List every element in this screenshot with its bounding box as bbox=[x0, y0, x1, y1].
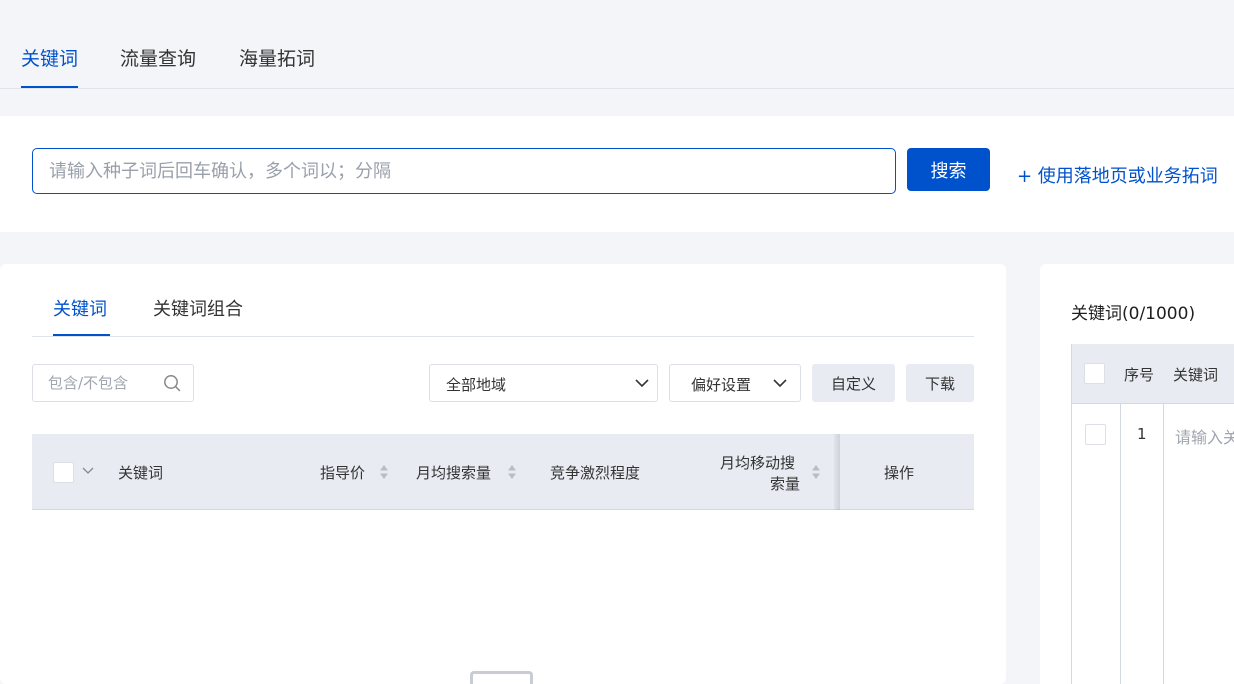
row-index: 1 bbox=[1137, 425, 1147, 443]
fixed-column-shadow bbox=[834, 434, 840, 510]
select-all-checkbox[interactable] bbox=[53, 462, 74, 483]
keyword-results-panel: 关键词 关键词组合 全部地域 偏好设置 自定义 下载 关键词 指导价 月均搜索量 bbox=[0, 264, 1006, 684]
chevron-down-icon[interactable] bbox=[82, 467, 94, 475]
preference-settings-select[interactable]: 偏好设置 bbox=[669, 364, 801, 402]
column-header-guide-price: 指导价 bbox=[320, 464, 366, 482]
column-header-operation: 操作 bbox=[884, 464, 915, 482]
selected-keywords-header: 序号 关键词 bbox=[1072, 344, 1234, 404]
selected-keywords-table: 序号 关键词 1 请输入关 bbox=[1071, 344, 1234, 684]
download-button[interactable]: 下载 bbox=[906, 364, 974, 402]
search-button[interactable]: 搜索 bbox=[907, 148, 990, 191]
customize-button[interactable]: 自定义 bbox=[812, 364, 895, 402]
selected-keywords-title: 关键词(0/1000) bbox=[1071, 304, 1196, 324]
column-header-keyword: 关键词 bbox=[1173, 366, 1219, 384]
landing-page-expand-link[interactable]: + 使用落地页或业务拓词 bbox=[1017, 162, 1218, 188]
tab-massive-expansion[interactable]: 海量拓词 bbox=[239, 44, 315, 71]
column-header-competition: 竞争激烈程度 bbox=[550, 464, 641, 482]
active-sub-tab-indicator bbox=[53, 334, 110, 336]
keyword-table-header: 关键词 指导价 月均搜索量 竞争激烈程度 月均移动搜 索量 操作 bbox=[32, 434, 974, 510]
column-header-keyword: 关键词 bbox=[118, 464, 164, 482]
seed-keyword-input[interactable] bbox=[32, 148, 896, 194]
column-header-index: 序号 bbox=[1124, 366, 1155, 384]
region-select-value: 全部地域 bbox=[446, 376, 507, 394]
column-divider bbox=[1120, 404, 1121, 684]
active-tab-indicator bbox=[21, 86, 78, 88]
tab-traffic-query[interactable]: 流量查询 bbox=[120, 44, 196, 71]
sort-icon[interactable] bbox=[507, 464, 517, 480]
empty-state-icon bbox=[470, 671, 533, 684]
row-keyword-input[interactable]: 请输入关 bbox=[1175, 424, 1234, 448]
sort-icon[interactable] bbox=[811, 464, 821, 480]
column-header-monthly-mobile-search: 月均移动搜 bbox=[720, 454, 796, 472]
top-tab-bar: 关键词 流量查询 海量拓词 bbox=[0, 0, 1234, 89]
preference-settings-label: 偏好设置 bbox=[691, 376, 752, 394]
search-icon[interactable] bbox=[163, 374, 181, 392]
sub-tab-bar: 关键词 关键词组合 bbox=[32, 264, 974, 337]
column-header-monthly-mobile-search-line2: 索量 bbox=[770, 475, 801, 493]
tab-keywords[interactable]: 关键词 bbox=[21, 44, 78, 71]
search-panel: 搜索 + 使用落地页或业务拓词 bbox=[0, 116, 1234, 232]
chevron-down-icon bbox=[773, 379, 787, 388]
chevron-down-icon bbox=[635, 379, 649, 388]
sub-tab-keyword-combos[interactable]: 关键词组合 bbox=[153, 295, 243, 321]
sort-icon[interactable] bbox=[379, 464, 389, 480]
region-select[interactable]: 全部地域 bbox=[429, 364, 658, 402]
column-divider bbox=[1163, 404, 1164, 684]
row-checkbox[interactable] bbox=[1085, 424, 1106, 445]
sub-tab-keywords[interactable]: 关键词 bbox=[53, 295, 107, 321]
selected-keywords-panel: 关键词(0/1000) 序号 关键词 1 请输入关 bbox=[1040, 264, 1234, 684]
column-header-monthly-search: 月均搜索量 bbox=[416, 464, 492, 482]
select-all-checkbox[interactable] bbox=[1084, 363, 1105, 384]
